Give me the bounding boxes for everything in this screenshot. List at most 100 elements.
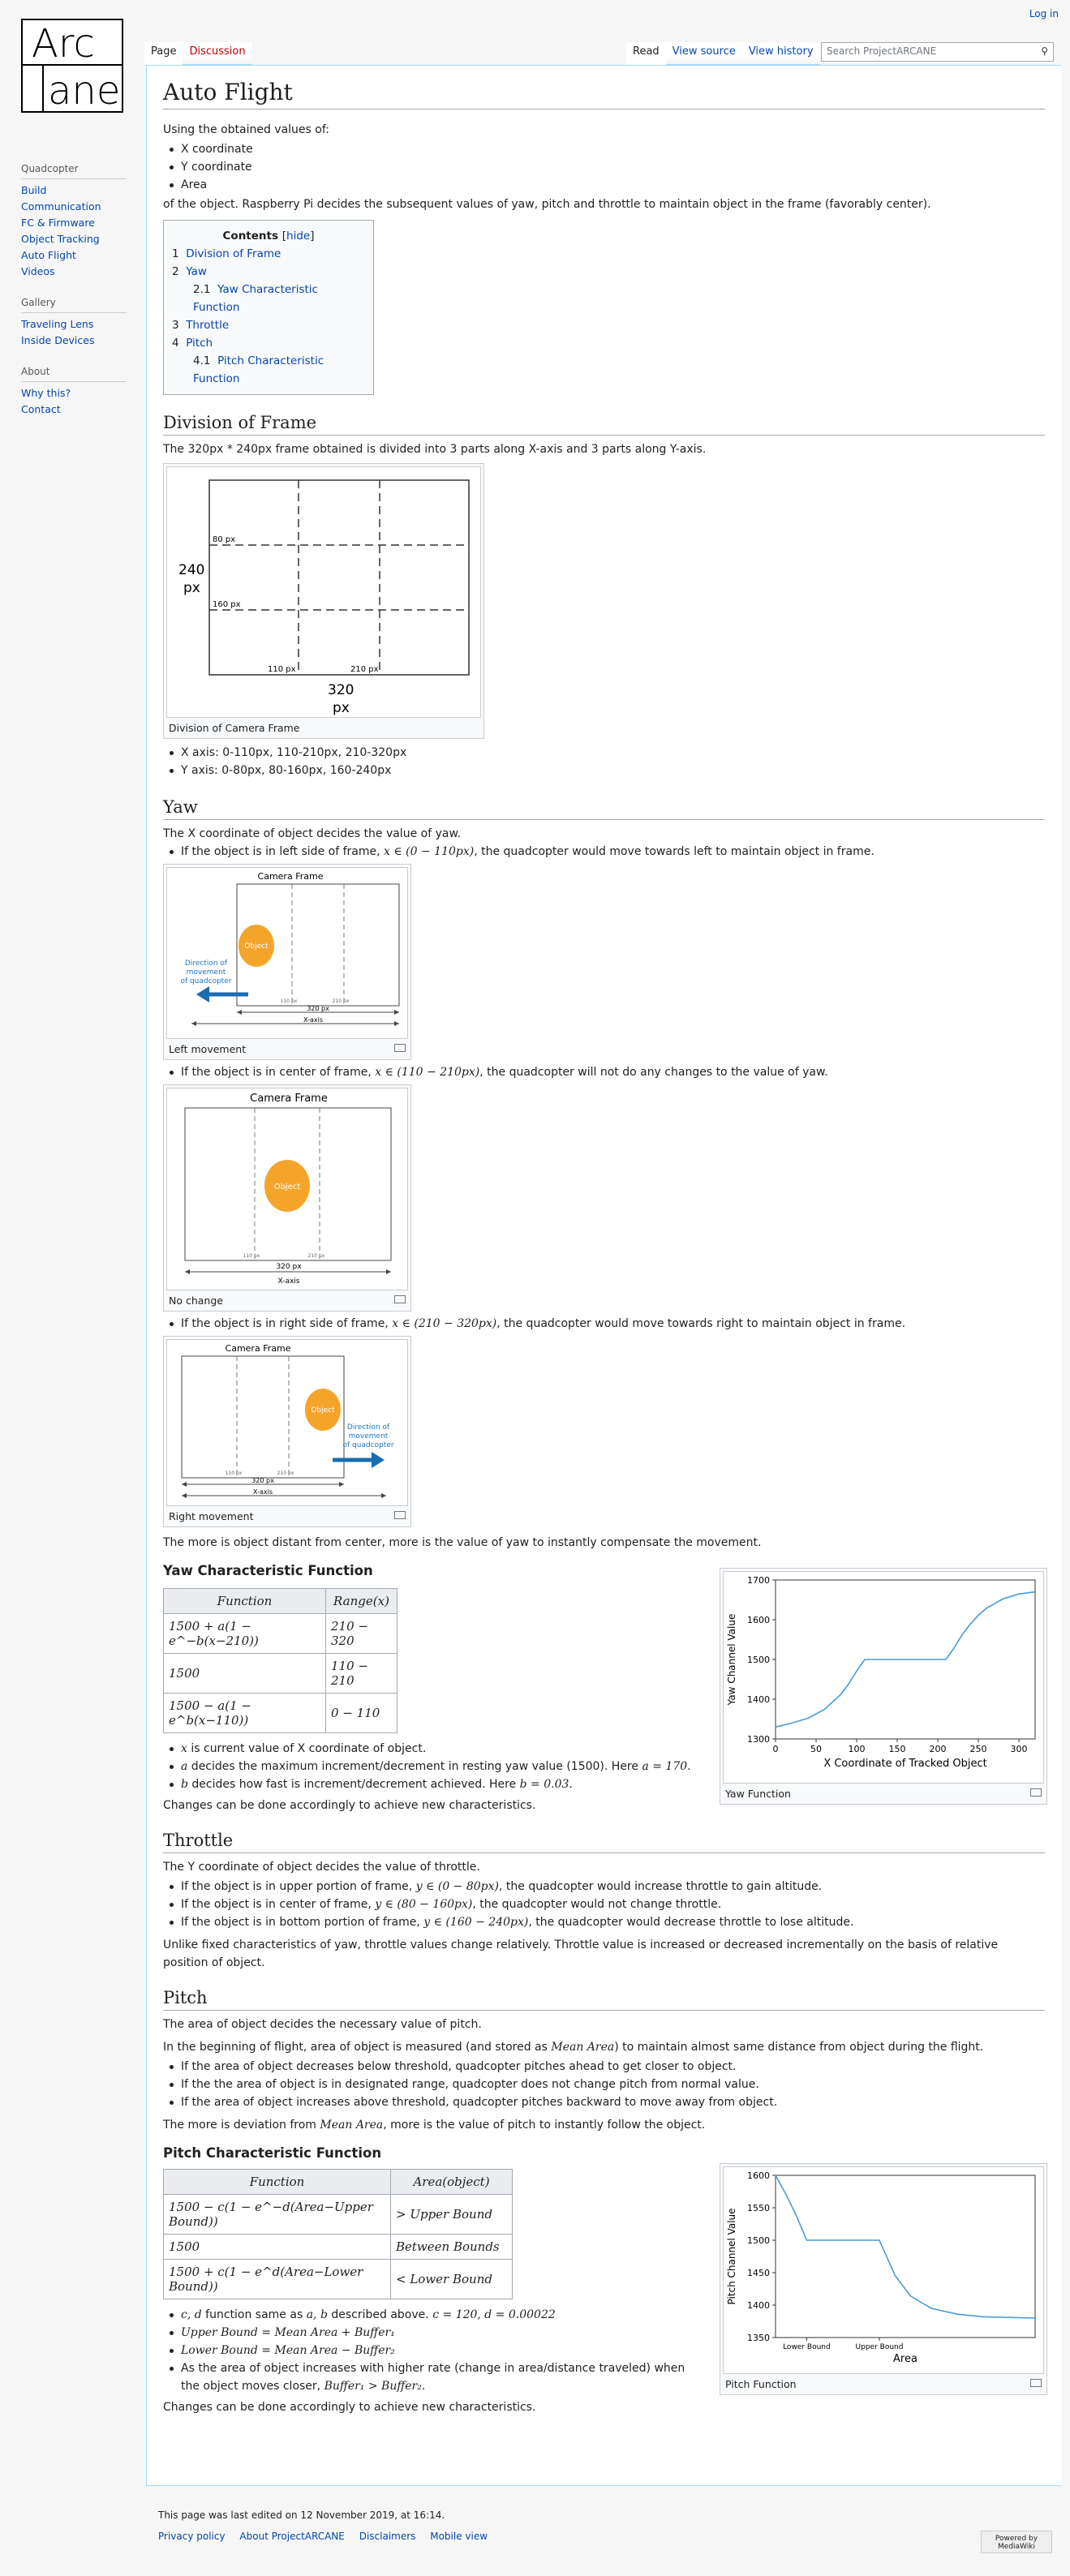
tab-discussion[interactable]: Discussion [183,42,252,65]
enlarge-icon[interactable] [1030,1788,1042,1797]
division-list: X axis: 0-110px, 110-210px, 210-320px Y … [163,744,1045,779]
caption-text: Right movement [169,1510,254,1522]
sidebar-item-communication[interactable]: Communication [21,199,127,215]
footer-link-disclaimers[interactable]: Disclaimers [359,2531,416,2542]
pitch-after: The more is deviation from Mean Area, mo… [163,2116,1045,2134]
toc-link[interactable]: Throttle [186,319,229,332]
enlarge-icon[interactable] [394,1295,406,1303]
label-80px: 80 px [213,535,235,544]
tab-view-source[interactable]: View source [665,42,742,65]
list-item: X coordinate [163,140,1045,158]
math-expression: y ∈ (160 − 240px) [423,1916,529,1929]
toc-link[interactable]: Division of Frame [186,247,281,260]
enlarge-icon[interactable] [394,1511,406,1519]
enlarge-icon[interactable] [394,1044,406,1052]
sidebar-item-contact[interactable]: Contact [21,401,127,418]
section-heading-pitch: Pitch [163,1988,1045,2011]
math-expression: c = 120, d = 0.00022 [432,2308,556,2321]
math-expression: Buffer₁ > Buffer₂ [324,2380,422,2393]
list-item: c, d function same as a, b described abo… [163,2306,690,2324]
division-diagram[interactable]: 80 px 160 px 110 px 210 px 240 px 320 px [166,466,481,718]
yaw-chart-container[interactable]: 1300 1400 1500 1600 1700 0 50 100 150 200 250 300 X … [723,1571,1044,1784]
toc-num: 1 [172,247,179,260]
toc-link[interactable]: Pitch Characteristic Function [193,354,324,385]
toc-title: Contents [hide] [222,230,315,243]
math-expression: Mean Area [551,2041,615,2054]
sidebar-item-inside-devices[interactable]: Inside Devices [21,333,127,349]
footer-link-privacy[interactable]: Privacy policy [158,2531,226,2542]
x-tick-label: Lower Bound [783,2343,831,2351]
bullet-text: If the object is in center of frame, [181,1898,376,1911]
sidebar-item-build[interactable]: Build [21,182,127,199]
x-axis-label: Area [893,2353,917,2365]
list-item: Lower Bound = Mean Area − Buffer₂ [163,2342,690,2359]
toc-item[interactable]: 4.1 Pitch Characteristic Function [172,352,365,388]
tab-view-history[interactable]: View history [741,42,820,65]
direction-text-2: movement [187,968,226,977]
list-item: If the object is in right side of frame,… [163,1315,1045,1333]
login-link[interactable]: Log in [1029,8,1059,19]
left-movement-diagram[interactable]: Camera Frame Object Direction of movemen… [166,867,408,1039]
sidebar-item-traveling-lens[interactable]: Traveling Lens [21,316,127,333]
note-text: described above. [327,2308,433,2321]
bullet-text: If the object is in center of frame, [181,1066,376,1079]
yaw-text: The X coordinate of object decides the v… [163,827,462,840]
sidebar-item-why-this[interactable]: Why this? [21,385,127,401]
search-input[interactable]: Search ProjectARCANE ⚲ [821,42,1054,62]
section-heading-throttle: Throttle [163,1831,1045,1853]
search-icon[interactable]: ⚲ [1041,45,1048,57]
note-text: . [421,2380,426,2393]
label-width-unit: px [333,700,350,716]
intro-tail: of the object. Raspberry Pi decides the … [163,198,931,211]
label-height-unit: px [183,580,200,596]
toc-link[interactable]: Yaw Characteristic Function [193,283,318,314]
bullet-text: If the object is in upper portion of fra… [181,1880,416,1893]
y-tick-label: 1450 [747,2268,770,2278]
math-expression: x [181,1742,187,1755]
toc-link[interactable]: Pitch [186,337,213,350]
badge-text: Powered by MediaWiki [995,2535,1038,2551]
toc-item[interactable]: 2.1 Yaw Characteristic Function [172,281,365,316]
tab-page[interactable]: Page [144,42,183,65]
camera-frame-title: Camera Frame [258,871,324,882]
sidebar-item-object-tracking[interactable]: Object Tracking [21,231,127,247]
sidebar-heading: Gallery [21,294,127,313]
toc-item[interactable]: 4 Pitch [172,334,365,352]
sidebar-item-auto-flight[interactable]: Auto Flight [21,247,127,264]
caption-text: Yaw Function [725,1788,791,1800]
right-movement-diagram[interactable]: Camera Frame Object Direction of movemen… [166,1339,408,1506]
sidebar-item-fc-firmware[interactable]: FC & Firmware [21,215,127,231]
enlarge-icon[interactable] [1030,2379,1042,2387]
list-item: Y axis: 0-80px, 80-160px, 160-240px [163,762,1045,779]
site-logo[interactable]: Arc ane [20,18,124,114]
x-tick-label: 50 [810,1744,822,1754]
pitch-chart[interactable]: 1350 1400 1450 1500 1550 1600 Lower Bound Upper… [724,2167,1045,2375]
object-label: Object [274,1183,301,1191]
toc-link[interactable]: Yaw [186,265,207,278]
x-tick-label: Upper Bound [856,2343,904,2351]
tab-read[interactable]: Read [626,42,666,65]
x-tick-label: 100 [849,1744,866,1754]
x-tick-label: 150 [889,1744,906,1754]
footer-link-about[interactable]: About ProjectARCANE [239,2531,344,2542]
toc-item[interactable]: 1 Division of Frame [172,245,365,263]
toc-num: 2 [172,265,179,278]
label-210px: 210 px [350,665,379,674]
table-of-contents: Contents [hide] 1 Division of Frame 2 Ya… [163,220,374,395]
math-expression: Mean Area [320,2119,384,2132]
sidebar-item-videos[interactable]: Videos [21,264,127,280]
no-change-diagram[interactable]: Camera Frame Object 110 px 210 px 320 px… [166,1088,408,1290]
pitch-chart-container[interactable]: 1350 1400 1450 1500 1550 1600 Lower Bound Upper… [723,2166,1044,2374]
toc-hide-link[interactable]: hide [286,230,310,243]
toc-item[interactable]: 2 Yaw [172,263,365,281]
x-axis-label: X-axis [278,1277,300,1286]
yaw-chart[interactable]: 1300 1400 1500 1600 1700 0 50 100 150 200 250 300 X … [724,1572,1045,1784]
footer-link-mobile[interactable]: Mobile view [430,2531,488,2542]
figure-caption: No change [166,1290,408,1308]
toc-item[interactable]: 3 Throttle [172,316,365,334]
y-tick-label: 1400 [747,2300,770,2311]
x-tick-label: 0 [773,1744,779,1754]
paragraph-text: The more is deviation from [163,2119,320,2132]
powered-by-mediawiki-badge[interactable]: Powered by MediaWiki [981,2531,1052,2553]
table-cell: > Upper Bound [390,2194,513,2235]
